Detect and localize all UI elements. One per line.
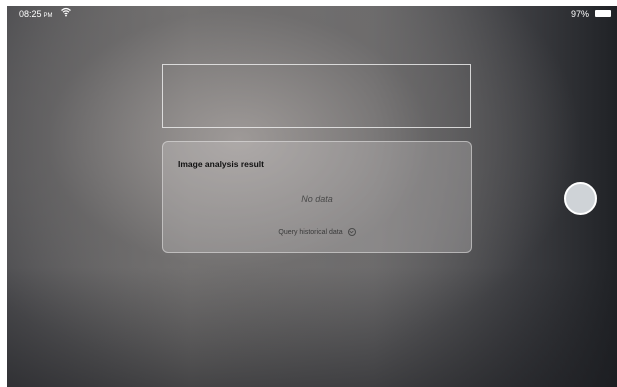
wifi-icon [61, 7, 71, 19]
status-ampm: PM [43, 13, 53, 19]
status-bar: 08:25 PM 97% [7, 6, 617, 22]
no-data-text: No data [301, 194, 333, 204]
query-label: Query historical data [278, 228, 343, 236]
chevron-down-circle-icon [347, 228, 356, 236]
scan-frame [162, 64, 471, 128]
analysis-result-card: Image analysis result No data Query hist… [162, 141, 472, 253]
battery-icon [595, 10, 611, 17]
status-time: 08:25 PM [19, 9, 53, 19]
shutter-button[interactable] [564, 182, 597, 215]
battery-percent: 97% [570, 9, 589, 19]
camera-viewfinder: 08:25 PM 97% Image analysis result No dat… [7, 6, 617, 387]
query-historical-data-button[interactable]: Query historical data [163, 228, 471, 236]
card-title: Image analysis result [178, 159, 264, 169]
